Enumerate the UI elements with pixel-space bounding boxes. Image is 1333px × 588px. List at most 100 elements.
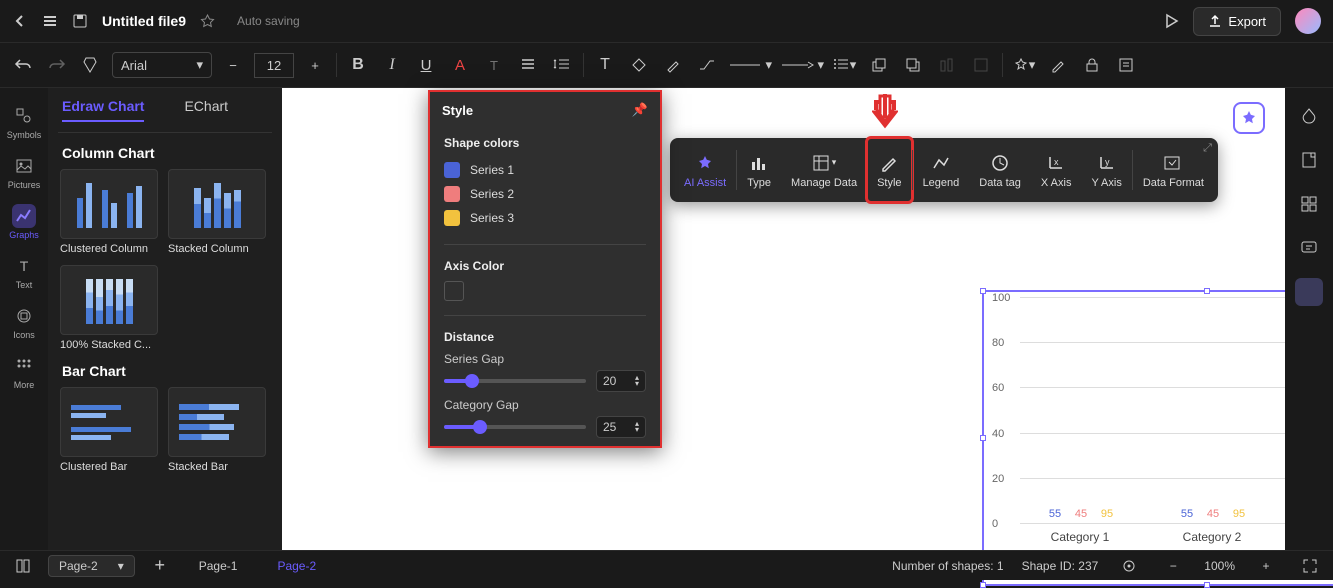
shape-colors-title: Shape colors <box>444 136 646 150</box>
decrease-size-button[interactable]: − <box>220 52 246 78</box>
text-tool-button[interactable]: T <box>592 52 618 78</box>
title-bar: Untitled file9 Auto saving Export <box>0 0 1333 42</box>
edit-icon[interactable] <box>1045 52 1071 78</box>
thumb-stacked-bar[interactable]: Stacked Bar <box>168 387 266 473</box>
category-gap-label: Category Gap <box>444 398 646 412</box>
line-spacing-button[interactable] <box>549 52 575 78</box>
ai-assist-corner-button[interactable] <box>1233 102 1265 134</box>
style-panel-title: Style <box>442 103 473 118</box>
menu-icon[interactable] <box>42 13 58 29</box>
play-icon[interactable] <box>1163 13 1179 29</box>
annotation-arrow <box>872 92 898 132</box>
page-tab-2[interactable]: Page-2 <box>263 556 330 576</box>
series-color-3[interactable]: Series 3 <box>444 206 646 230</box>
grid-icon[interactable] <box>1295 190 1323 218</box>
ctx-style[interactable]: Style <box>867 138 911 202</box>
axis-color-swatch[interactable] <box>444 281 464 301</box>
page-setup-icon[interactable] <box>1295 146 1323 174</box>
ctx-type[interactable]: Type <box>737 138 781 202</box>
tab-edraw-chart[interactable]: Edraw Chart <box>62 98 144 122</box>
line-style-button[interactable]: ▾ <box>728 52 772 78</box>
rail-pictures[interactable]: Pictures <box>0 148 48 196</box>
text-highlight-button[interactable]: T <box>481 52 507 78</box>
chart-object[interactable]: 0 20 40 60 80 100 55 45 95 55 45 95 55 4… <box>982 290 1333 586</box>
axis-color-title: Axis Color <box>444 259 646 273</box>
selected-right-tool[interactable] <box>1295 278 1323 306</box>
series-color-1[interactable]: Series 1 <box>444 158 646 182</box>
theme-icon[interactable] <box>1295 102 1323 130</box>
list-button[interactable]: ▾ <box>832 52 858 78</box>
thumb-100-stacked-column[interactable]: 100% Stacked C... <box>60 265 158 351</box>
svg-text:x: x <box>1054 157 1059 167</box>
export-button[interactable]: Export <box>1193 7 1281 36</box>
zoom-out-button[interactable]: − <box>1160 553 1186 579</box>
series-gap-input[interactable]: 20▴▾ <box>596 370 646 392</box>
add-page-button[interactable]: + <box>147 553 173 579</box>
font-color-button[interactable]: A <box>447 52 473 78</box>
fill-button[interactable] <box>626 52 652 78</box>
category-gap-input[interactable]: 25▴▾ <box>596 416 646 438</box>
brush-button[interactable] <box>660 52 686 78</box>
bold-button[interactable]: B <box>345 52 371 78</box>
italic-button[interactable]: I <box>379 52 405 78</box>
increase-size-button[interactable]: + <box>302 52 328 78</box>
autosave-status: Auto saving <box>237 14 300 28</box>
magic-icon[interactable]: ▾ <box>1011 52 1037 78</box>
fit-icon[interactable] <box>1116 553 1142 579</box>
ctx-pin-icon[interactable]: ⤢ <box>1203 142 1212 155</box>
fullscreen-icon[interactable] <box>1297 553 1323 579</box>
format-painter-icon[interactable] <box>78 52 104 78</box>
distribute-icon[interactable] <box>968 52 994 78</box>
properties-icon[interactable] <box>1113 52 1139 78</box>
series-gap-slider[interactable] <box>444 379 586 383</box>
ctx-ai-assist[interactable]: AI Assist <box>674 138 736 202</box>
series-gap-label: Series Gap <box>444 352 646 366</box>
comment-icon[interactable] <box>1295 234 1323 262</box>
section-bar-chart: Bar Chart <box>58 351 272 387</box>
svg-text:y: y <box>1105 157 1110 167</box>
connector-button[interactable] <box>694 52 720 78</box>
rail-icons[interactable]: Icons <box>0 298 48 346</box>
star-icon[interactable] <box>200 14 215 29</box>
save-icon[interactable] <box>72 13 88 29</box>
layer-front-icon[interactable] <box>900 52 926 78</box>
ctx-x-axis[interactable]: xX Axis <box>1031 138 1082 202</box>
ctx-y-axis[interactable]: yY Axis <box>1081 138 1131 202</box>
ctx-data-format[interactable]: Data Format <box>1133 138 1214 202</box>
ctx-legend[interactable]: Legend <box>913 138 970 202</box>
page-select[interactable]: Page-2▾ <box>48 555 135 577</box>
tab-echart[interactable]: EChart <box>184 98 228 122</box>
align-objects-icon[interactable] <box>934 52 960 78</box>
rail-more[interactable]: More <box>0 348 48 396</box>
thumb-clustered-bar[interactable]: Clustered Bar <box>60 387 158 473</box>
lock-icon[interactable] <box>1079 52 1105 78</box>
align-button[interactable] <box>515 52 541 78</box>
section-column-chart: Column Chart <box>58 133 272 169</box>
format-toolbar: Arial▾ − 12 + B I U A T T ▾ ▾ ▾ ▾ <box>0 42 1333 88</box>
series-color-2[interactable]: Series 2 <box>444 182 646 206</box>
style-panel: Style 📌 Shape colors Series 1 Series 2 Se… <box>428 90 662 448</box>
layer-back-icon[interactable] <box>866 52 892 78</box>
thumb-clustered-column[interactable]: Clustered Column <box>60 169 158 255</box>
back-icon[interactable] <box>12 13 28 29</box>
rail-symbols[interactable]: Symbols <box>0 98 48 146</box>
rail-text[interactable]: TText <box>0 248 48 296</box>
font-select[interactable]: Arial▾ <box>112 52 212 78</box>
undo-icon[interactable] <box>10 52 36 78</box>
ctx-data-tag[interactable]: Data tag <box>969 138 1031 202</box>
distance-title: Distance <box>444 330 646 344</box>
rail-graphs[interactable]: Graphs <box>0 198 48 246</box>
zoom-in-button[interactable]: + <box>1253 553 1279 579</box>
thumb-stacked-column[interactable]: Stacked Column <box>168 169 266 255</box>
category-gap-slider[interactable] <box>444 425 586 429</box>
avatar[interactable] <box>1295 8 1321 34</box>
underline-button[interactable]: U <box>413 52 439 78</box>
ctx-manage-data[interactable]: ▾Manage Data <box>781 138 867 202</box>
pin-icon[interactable]: 📌 <box>632 102 648 118</box>
arrow-style-button[interactable]: ▾ <box>780 52 824 78</box>
page-tab-1[interactable]: Page-1 <box>185 556 252 576</box>
redo-icon[interactable] <box>44 52 70 78</box>
shape-count: Number of shapes: 1 <box>892 559 1003 573</box>
pages-panel-icon[interactable] <box>10 553 36 579</box>
font-size-input[interactable]: 12 <box>254 53 294 78</box>
